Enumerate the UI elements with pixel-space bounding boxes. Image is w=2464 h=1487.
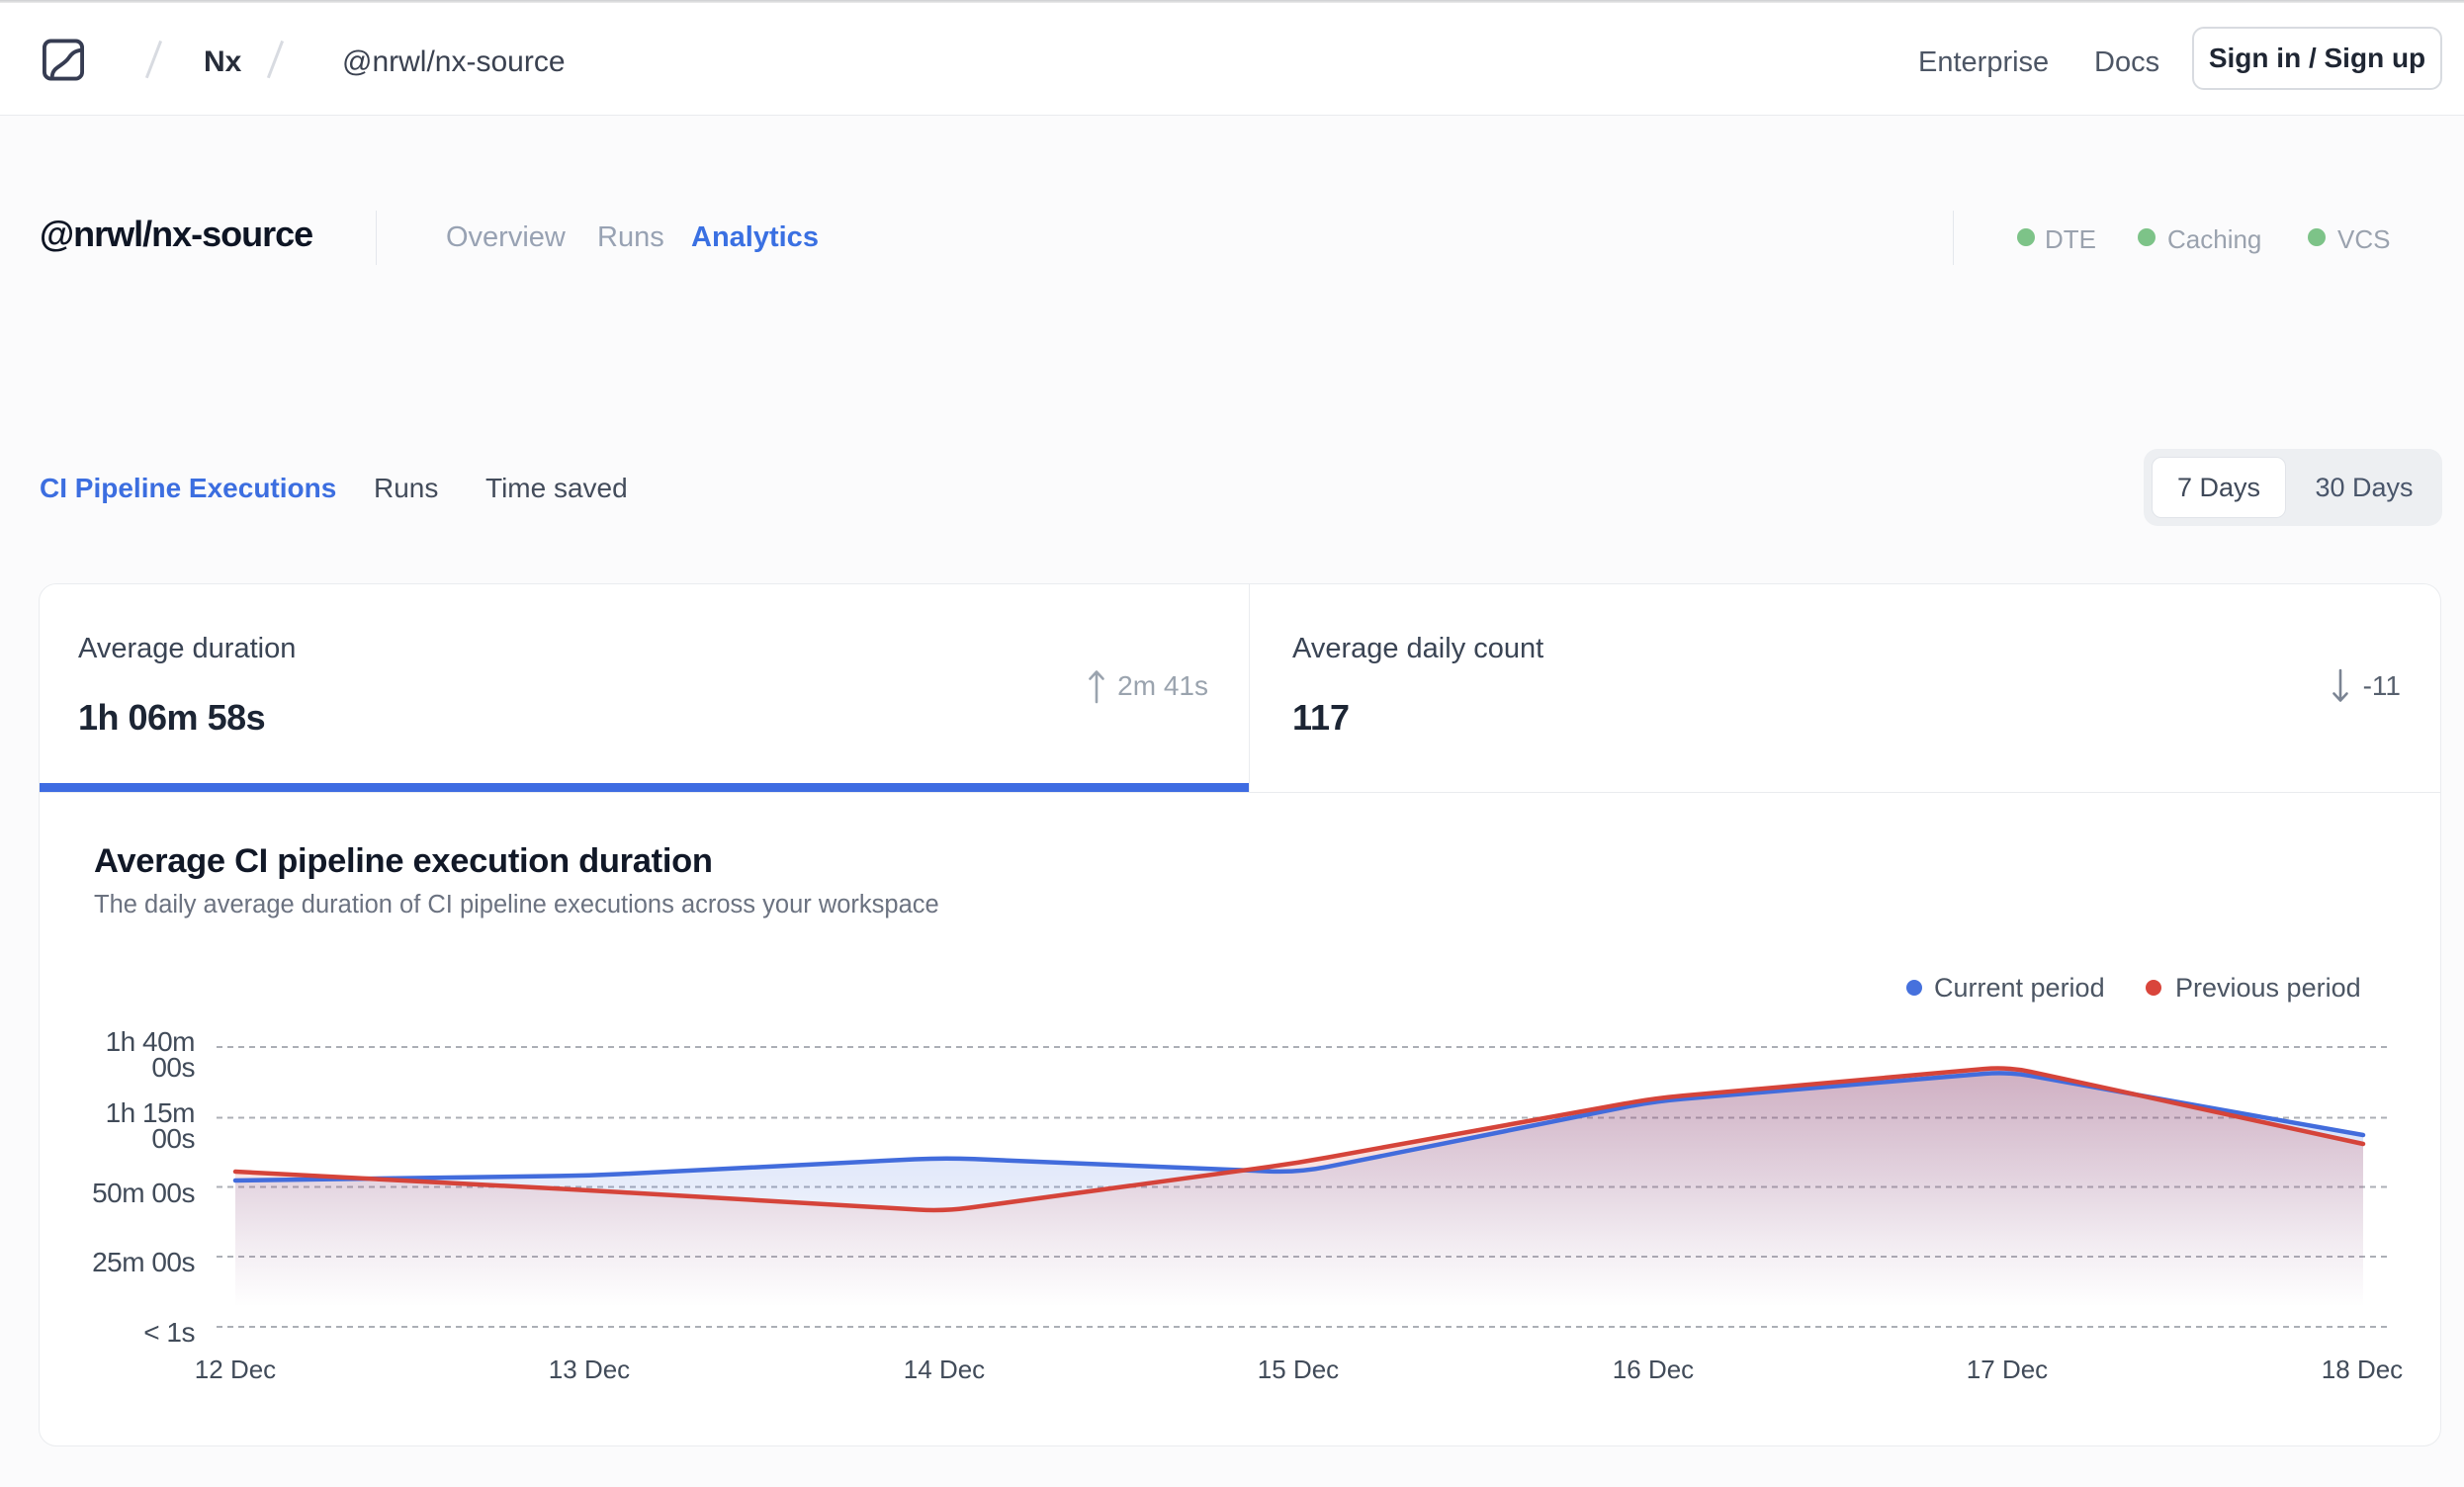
- svg-text:< 1s: < 1s: [143, 1317, 195, 1348]
- svg-text:12 Dec: 12 Dec: [195, 1355, 276, 1384]
- svg-text:Previous period: Previous period: [2175, 973, 2361, 1003]
- svg-text:00s: 00s: [151, 1052, 195, 1083]
- svg-text:15 Dec: 15 Dec: [1258, 1355, 1339, 1384]
- svg-text:50m 00s: 50m 00s: [92, 1178, 195, 1208]
- svg-text:16 Dec: 16 Dec: [1613, 1355, 1694, 1384]
- svg-text:00s: 00s: [151, 1123, 195, 1154]
- svg-text:18 Dec: 18 Dec: [2322, 1355, 2403, 1384]
- svg-text:17 Dec: 17 Dec: [1967, 1355, 2048, 1384]
- svg-text:13 Dec: 13 Dec: [549, 1355, 630, 1384]
- svg-text:Current period: Current period: [1934, 973, 2105, 1003]
- svg-text:25m 00s: 25m 00s: [92, 1247, 195, 1277]
- svg-text:14 Dec: 14 Dec: [904, 1355, 985, 1384]
